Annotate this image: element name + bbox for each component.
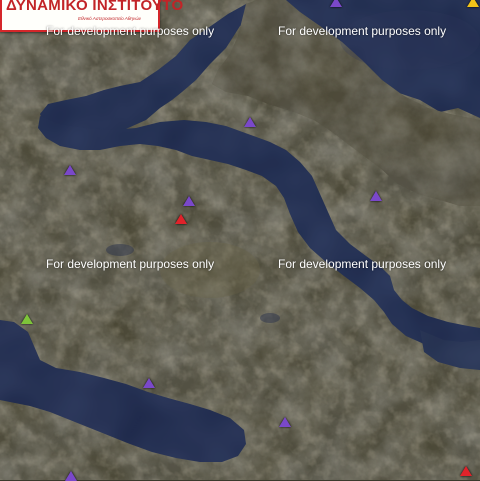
- station-triangle-marker-icon[interactable]: [279, 417, 291, 427]
- watermark: For development purposes only: [46, 257, 215, 271]
- watermark: For development purposes only: [46, 24, 215, 38]
- sea-texture: [0, 0, 480, 480]
- lake-1: [106, 244, 134, 256]
- station-triangle-marker-icon[interactable]: [244, 117, 256, 127]
- station-triangle-marker-icon[interactable]: [467, 0, 479, 7]
- lake-2: [260, 313, 280, 323]
- station-triangle-marker-icon[interactable]: [64, 165, 76, 175]
- station-triangle-marker-icon[interactable]: [460, 466, 472, 476]
- station-triangle-marker-icon[interactable]: [175, 214, 187, 224]
- logo-title: ΔΥΝΑΜΙΚΟ ΙΝΣΤΙΤΟΥΤΟ: [6, 0, 184, 14]
- station-triangle-marker-icon[interactable]: [183, 196, 195, 206]
- satellite-map[interactable]: [0, 0, 480, 480]
- station-triangle-marker-icon[interactable]: [143, 378, 155, 388]
- logo-subtitle: Εθνικό Αστεροσκοπείο Αθηνών: [78, 16, 142, 21]
- coastal-haze: [340, 10, 480, 70]
- watermark: For development purposes only: [278, 24, 447, 38]
- station-triangle-marker-icon[interactable]: [370, 191, 382, 201]
- station-triangle-marker-icon[interactable]: [330, 0, 342, 7]
- station-triangle-marker-icon[interactable]: [21, 314, 33, 324]
- watermark: For development purposes only: [278, 257, 447, 271]
